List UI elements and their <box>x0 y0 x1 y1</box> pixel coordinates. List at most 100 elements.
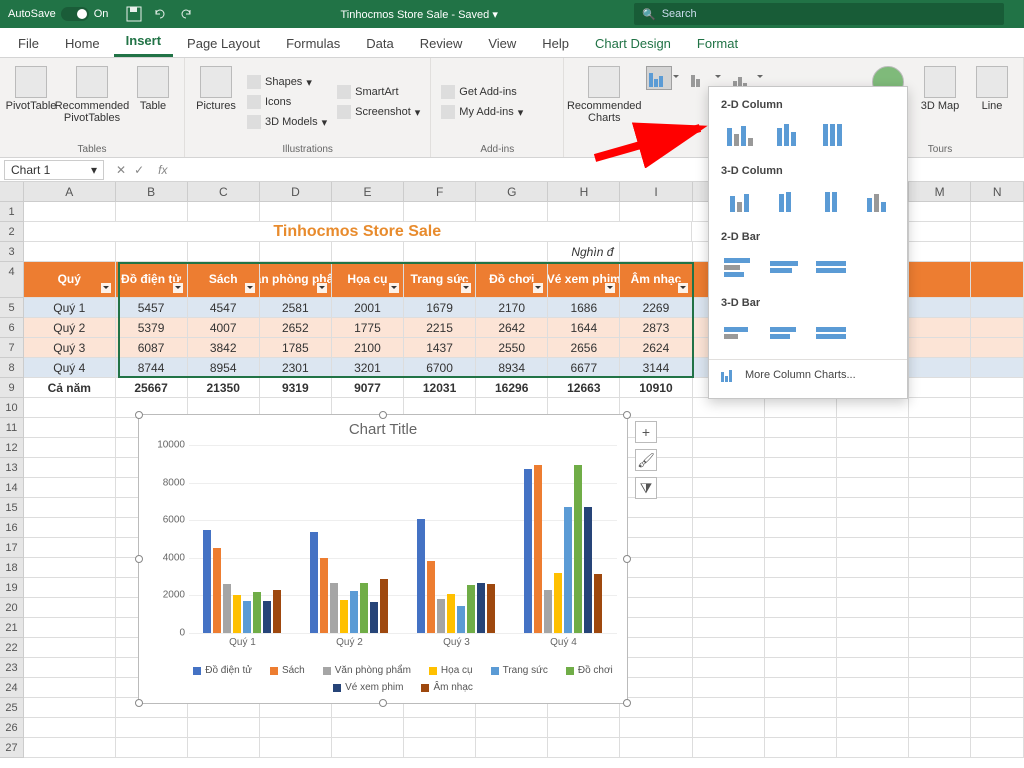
bar[interactable] <box>320 558 328 633</box>
cell[interactable] <box>837 558 909 578</box>
cell[interactable] <box>24 598 116 618</box>
cell[interactable] <box>260 738 332 758</box>
cell[interactable] <box>837 518 909 538</box>
bar[interactable] <box>213 548 221 633</box>
col-head-E[interactable]: E <box>332 182 404 201</box>
cell[interactable] <box>24 618 116 638</box>
100-stacked-column-option[interactable] <box>813 121 851 149</box>
cell[interactable]: 1437 <box>404 338 476 358</box>
cell[interactable] <box>765 458 837 478</box>
cell[interactable] <box>971 458 1024 478</box>
cell[interactable] <box>909 358 971 378</box>
table-header[interactable]: Văn phòng phẩm <box>260 262 332 298</box>
cell[interactable] <box>260 242 332 262</box>
cell[interactable] <box>837 498 909 518</box>
cell[interactable] <box>116 202 188 222</box>
table-header[interactable]: Đồ điện tử <box>116 262 188 298</box>
cell[interactable] <box>332 242 404 262</box>
chart-plot-area[interactable]: 0200040006000800010000Quý 1Quý 2Quý 3Quý… <box>189 445 617 633</box>
row-head-21[interactable]: 21 <box>0 618 24 638</box>
col-head-C[interactable]: C <box>188 182 260 201</box>
cell[interactable] <box>116 242 188 262</box>
cell[interactable] <box>909 262 971 298</box>
cell[interactable] <box>620 518 692 538</box>
screenshot-button[interactable]: Screenshot ▾ <box>333 103 424 121</box>
cell[interactable] <box>765 518 837 538</box>
cell[interactable] <box>909 202 971 222</box>
tab-formulas[interactable]: Formulas <box>274 30 352 57</box>
cell[interactable]: 2652 <box>260 318 332 338</box>
cell[interactable] <box>909 538 971 558</box>
table-button[interactable]: Table <box>128 62 178 142</box>
row-head-20[interactable]: 20 <box>0 598 24 618</box>
cell[interactable] <box>693 658 765 678</box>
cell[interactable] <box>476 202 548 222</box>
cell[interactable] <box>24 538 116 558</box>
bar[interactable] <box>564 507 572 633</box>
cell[interactable] <box>837 458 909 478</box>
cell[interactable]: 8954 <box>188 358 260 378</box>
cell[interactable]: 2581 <box>260 298 332 318</box>
cancel-icon[interactable]: ✕ <box>116 163 126 177</box>
col-head-B[interactable]: B <box>116 182 188 201</box>
filter-arrow[interactable] <box>532 282 544 294</box>
cell[interactable] <box>693 678 765 698</box>
chart-object[interactable]: + 🖌 ⧩ Chart Title 0200040006000800010000… <box>138 414 628 704</box>
cell[interactable] <box>693 458 765 478</box>
cell[interactable]: 1679 <box>404 298 476 318</box>
cell[interactable] <box>837 438 909 458</box>
cell[interactable] <box>24 498 116 518</box>
cell[interactable] <box>765 698 837 718</box>
cell[interactable] <box>909 558 971 578</box>
cell[interactable] <box>909 698 971 718</box>
cell[interactable] <box>971 242 1024 262</box>
3d-100-stacked-column-option[interactable] <box>812 187 850 215</box>
cell[interactable] <box>837 638 909 658</box>
cell[interactable] <box>909 298 971 318</box>
cell[interactable]: 10910 <box>620 378 692 398</box>
cell[interactable]: 3201 <box>332 358 404 378</box>
cell[interactable] <box>620 698 692 718</box>
cell[interactable] <box>971 438 1024 458</box>
name-box[interactable]: Chart 1▾ <box>4 160 104 180</box>
pivottable-button[interactable]: PivotTable <box>6 62 56 142</box>
cell[interactable] <box>116 718 188 738</box>
cell[interactable]: 5457 <box>116 298 188 318</box>
cell[interactable] <box>188 738 260 758</box>
3d-stacked-column-option[interactable] <box>767 187 805 215</box>
filter-arrow[interactable] <box>100 282 112 294</box>
cell[interactable]: 2550 <box>476 338 548 358</box>
cell[interactable] <box>909 458 971 478</box>
cell[interactable] <box>260 718 332 738</box>
cell[interactable] <box>971 498 1024 518</box>
chart-legend[interactable]: Đồ điện tửSáchVăn phòng phẩmHọa cụTrang … <box>189 665 617 693</box>
cell[interactable] <box>260 202 332 222</box>
search-box[interactable]: 🔍 Search <box>634 3 1004 25</box>
cell[interactable]: 1686 <box>548 298 620 318</box>
cell[interactable] <box>548 738 620 758</box>
col-head-G[interactable]: G <box>476 182 548 201</box>
icons-button[interactable]: Icons <box>243 93 331 111</box>
cell[interactable]: 2873 <box>620 318 692 338</box>
cell[interactable] <box>971 598 1024 618</box>
bar[interactable] <box>487 584 495 633</box>
cell[interactable] <box>693 398 765 418</box>
bar[interactable] <box>427 561 435 633</box>
cell[interactable] <box>24 478 116 498</box>
cell[interactable] <box>765 738 837 758</box>
table-header[interactable]: Vé xem phim <box>548 262 620 298</box>
cell[interactable] <box>971 538 1024 558</box>
cell[interactable]: 2269 <box>620 298 692 318</box>
filter-arrow[interactable] <box>604 282 616 294</box>
cell[interactable] <box>765 718 837 738</box>
col-head-H[interactable]: H <box>548 182 620 201</box>
cell[interactable]: 8934 <box>476 358 548 378</box>
cell[interactable] <box>24 202 116 222</box>
cell[interactable] <box>24 418 116 438</box>
cell[interactable] <box>620 558 692 578</box>
cell[interactable] <box>971 578 1024 598</box>
cell[interactable] <box>476 242 548 262</box>
row-headers[interactable]: 1234567891011121314151617181920212223242… <box>0 202 24 758</box>
shapes-button[interactable]: Shapes ▾ <box>243 73 331 91</box>
cell[interactable] <box>909 618 971 638</box>
